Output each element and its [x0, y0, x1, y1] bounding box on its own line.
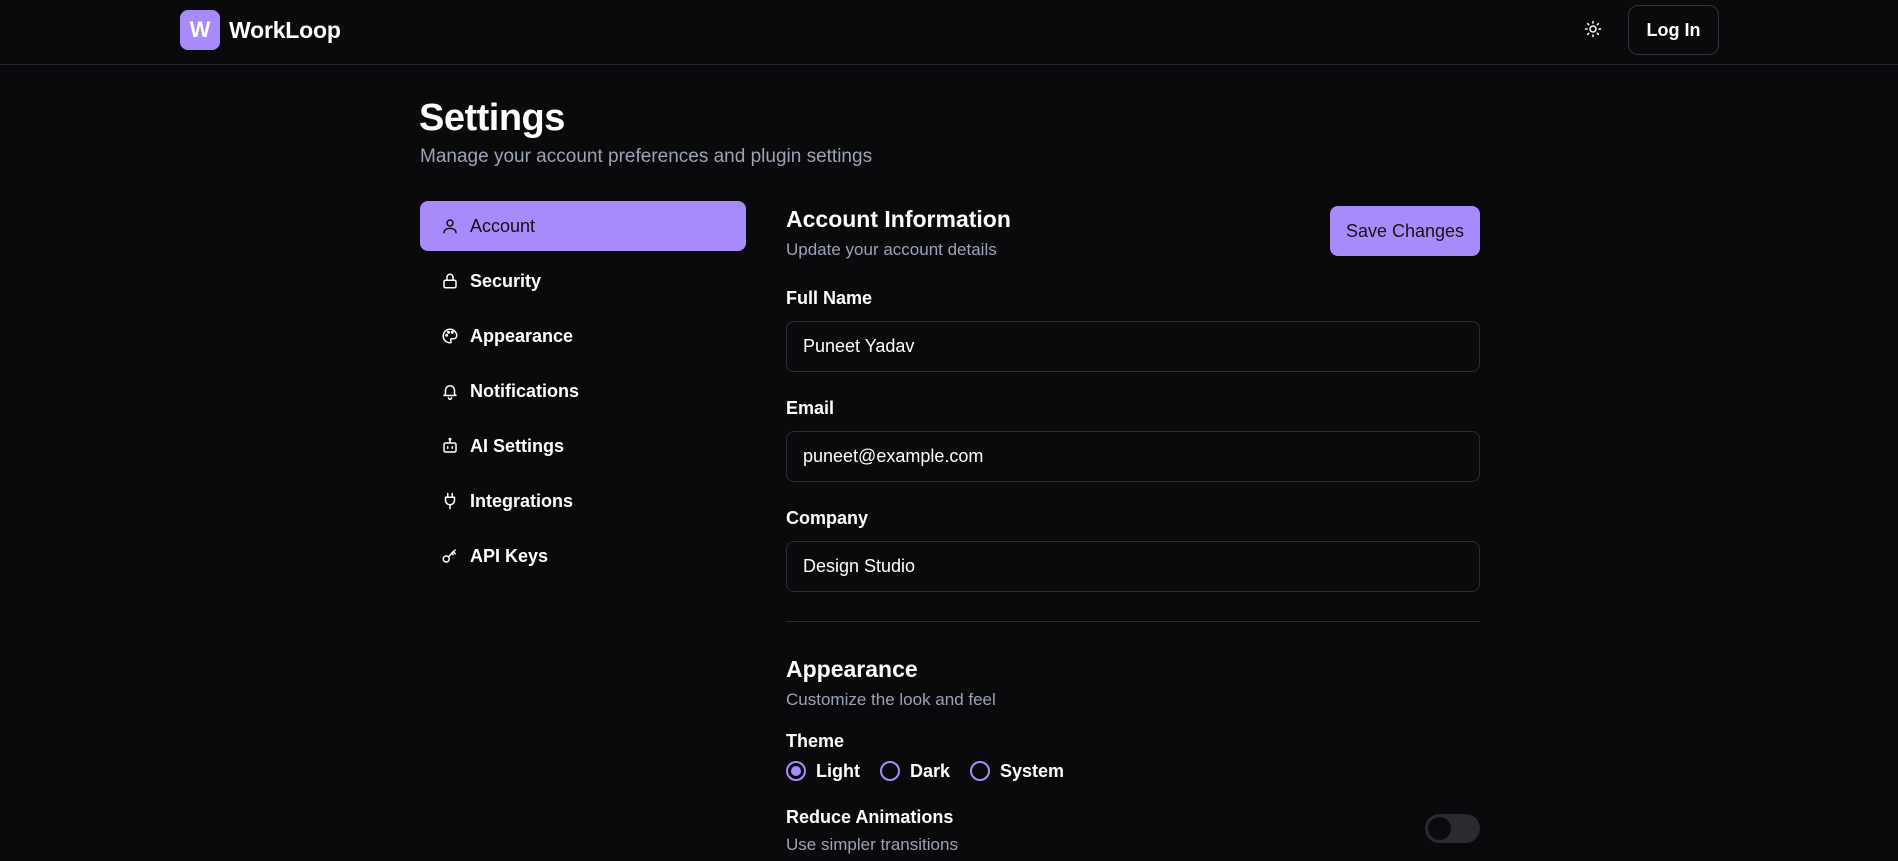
sidebar-item-label: Security [470, 270, 542, 291]
theme-toggle-button[interactable] [1579, 17, 1607, 45]
save-changes-button[interactable]: Save Changes [1330, 206, 1480, 256]
sun-icon [1584, 20, 1602, 43]
full-name-input[interactable] [786, 321, 1480, 372]
theme-radio-dark[interactable]: Dark [879, 760, 951, 782]
sidebar-item-ai-settings[interactable]: AI Settings [420, 421, 746, 471]
theme-radio-system[interactable]: System [970, 761, 1064, 782]
section-divider [786, 621, 1480, 622]
logo-mark[interactable]: W [180, 10, 220, 50]
top-navbar: W WorkLoop Log In [0, 0, 1898, 65]
page-subtitle: Manage your account preferences and plug… [420, 146, 873, 167]
radio-indicator [879, 761, 900, 781]
radio-selected-indicator [786, 761, 806, 781]
theme-label: Theme [786, 731, 845, 751]
sidebar-item-api-keys[interactable]: API Keys [420, 531, 746, 581]
reduce-animations-toggle[interactable] [1425, 814, 1480, 843]
bot-icon [440, 436, 460, 456]
login-button[interactable]: Log In [1628, 5, 1719, 55]
theme-radio-group: Light Dark System [786, 759, 1084, 783]
sidebar-item-label: Account [470, 215, 536, 236]
appearance-section-title: Appearance [786, 656, 918, 682]
sidebar-item-label: API Keys [470, 545, 549, 566]
brand-name[interactable]: WorkLoop [229, 17, 341, 44]
email-label: Email [786, 398, 835, 418]
lock-icon [440, 271, 460, 291]
reduce-animations-description: Use simpler transitions [786, 835, 958, 854]
theme-option-label: Dark [909, 760, 951, 781]
appearance-section-subtitle: Customize the look and feel [786, 690, 996, 709]
sidebar-item-integrations[interactable]: Integrations [420, 476, 746, 526]
company-input[interactable] [786, 541, 1480, 592]
sidebar-item-label: Appearance [470, 325, 574, 346]
sidebar-item-label: Notifications [470, 380, 580, 401]
plug-icon [440, 491, 460, 511]
user-icon [440, 216, 460, 236]
account-section-subtitle: Update your account details [786, 240, 997, 259]
sidebar-item-appearance[interactable]: Appearance [420, 311, 746, 361]
bell-icon [440, 381, 460, 401]
theme-option-label: System [1000, 760, 1065, 781]
settings-sidebar: Account Security Appearance Notification… [420, 201, 746, 586]
email-input[interactable] [786, 431, 1480, 482]
sidebar-item-security[interactable]: Security [420, 256, 746, 306]
reduce-animations-label: Reduce Animations [786, 807, 954, 827]
theme-radio-light[interactable]: Light [786, 761, 860, 782]
sidebar-item-account[interactable]: Account [420, 201, 746, 251]
palette-icon [440, 326, 460, 346]
account-section-title: Account Information [786, 206, 1011, 232]
key-icon [440, 546, 460, 566]
full-name-label: Full Name [786, 288, 873, 308]
sidebar-item-label: AI Settings [470, 435, 565, 456]
company-label: Company [786, 508, 869, 528]
toggle-knob [1428, 817, 1451, 840]
theme-option-label: Light [816, 760, 860, 781]
page-title: Settings [419, 97, 565, 139]
radio-indicator [970, 761, 991, 781]
sidebar-item-label: Integrations [470, 490, 574, 511]
sidebar-item-notifications[interactable]: Notifications [420, 366, 746, 416]
